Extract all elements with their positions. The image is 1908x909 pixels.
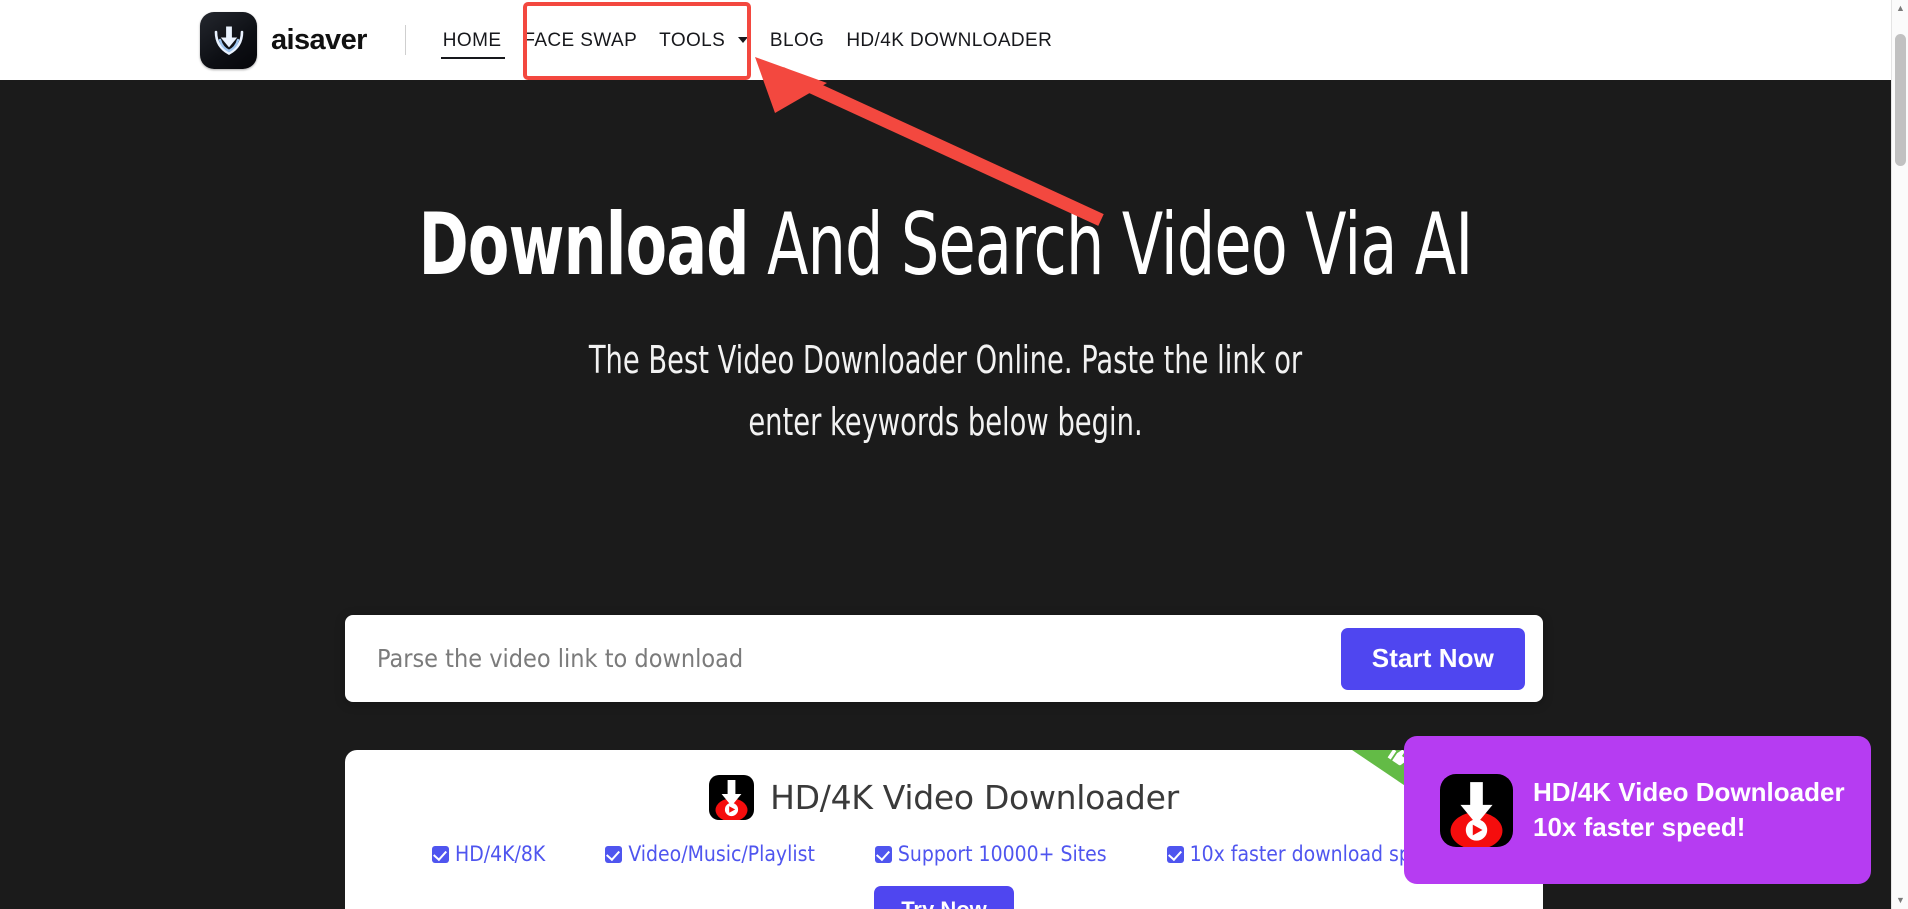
hd4k-feature-card: 100% Working HD/4K Video Downloader HD/4… [345, 750, 1543, 909]
scrollbar-thumb[interactable] [1895, 34, 1906, 166]
page-title-strong: Download [418, 195, 750, 295]
page-title: Download And Search Video Via AI [208, 202, 1683, 288]
toast-text: HD/4K Video Downloader 10x faster speed! [1533, 775, 1845, 845]
download-arrow-logo-icon [200, 11, 257, 69]
site-header: aisaver HOME FACE SWAP TOOLS BLOG HD/4K … [0, 0, 1891, 80]
brand-logo-link[interactable]: aisaver [200, 11, 367, 69]
nav-item-hd4k-downloader-label: HD/4K DOWNLOADER [846, 29, 1053, 51]
page-title-light: And Search Video Via AI [748, 195, 1473, 295]
nav-item-face-swap-label: FACE SWAP [523, 29, 638, 51]
checkbox-checked-icon[interactable] [874, 845, 892, 863]
nav-item-home-label: HOME [442, 29, 502, 51]
search-bar: Start Now [345, 615, 1543, 702]
brand-name: aisaver [271, 23, 367, 56]
card-title: HD/4K Video Downloader [770, 778, 1179, 817]
search-input[interactable] [345, 644, 1341, 673]
nav-item-face-swap[interactable]: FACE SWAP [512, 2, 648, 79]
feature-checkbox-support-sites[interactable]: Support 10000+ Sites [874, 842, 1107, 866]
toast-line2: 10x faster speed! [1533, 812, 1746, 842]
feature-label: Support 10000+ Sites [897, 842, 1107, 866]
feature-checkbox-hd4k8k[interactable]: HD/4K/8K [432, 842, 545, 866]
header-divider [404, 25, 406, 55]
nav-item-blog-label: BLOG [769, 29, 825, 51]
card-title-row: HD/4K Video Downloader [345, 775, 1543, 820]
scrollbar-arrow-up-icon[interactable]: ▲ [1892, 0, 1908, 17]
nav-item-home[interactable]: HOME [432, 2, 513, 79]
scrollbar-arrow-down-icon[interactable]: ▼ [1892, 892, 1908, 909]
feature-list: HD/4K/8K Video/Music/Playlist Support 10… [345, 842, 1543, 866]
hero-subtitle: The Best Video Downloader Online. Paste … [189, 330, 1702, 453]
try-now-button[interactable]: Try Now [874, 886, 1014, 909]
nav-item-blog[interactable]: BLOG [759, 2, 835, 79]
main-nav: HOME FACE SWAP TOOLS BLOG HD/4K DOWNLOAD… [432, 2, 1063, 79]
feature-checkbox-video-music-playlist[interactable]: Video/Music/Playlist [605, 842, 815, 866]
checkbox-checked-icon[interactable] [605, 845, 623, 863]
hd4k-promo-toast[interactable]: HD/4K Video Downloader 10x faster speed! [1404, 736, 1871, 884]
hero-subtitle-line2: enter keywords below begin. [748, 399, 1143, 444]
hd4k-downloader-icon [1440, 773, 1513, 847]
feature-label: HD/4K/8K [455, 842, 546, 866]
chevron-down-icon [737, 36, 748, 43]
start-now-button[interactable]: Start Now [1340, 627, 1525, 690]
page-scrollbar[interactable]: ▲ ▼ [1891, 0, 1908, 909]
hero-subtitle-line1: The Best Video Downloader Online. Paste … [588, 338, 1303, 382]
toast-line1: HD/4K Video Downloader [1533, 777, 1845, 808]
nav-item-tools[interactable]: TOOLS [648, 2, 759, 79]
feature-label: Video/Music/Playlist [628, 842, 815, 866]
hd4k-downloader-icon [709, 775, 755, 820]
nav-item-tools-label: TOOLS [659, 29, 726, 51]
checkbox-checked-icon[interactable] [432, 845, 450, 863]
checkbox-checked-icon[interactable] [1166, 845, 1184, 863]
nav-item-hd4k-downloader[interactable]: HD/4K DOWNLOADER [835, 2, 1063, 79]
